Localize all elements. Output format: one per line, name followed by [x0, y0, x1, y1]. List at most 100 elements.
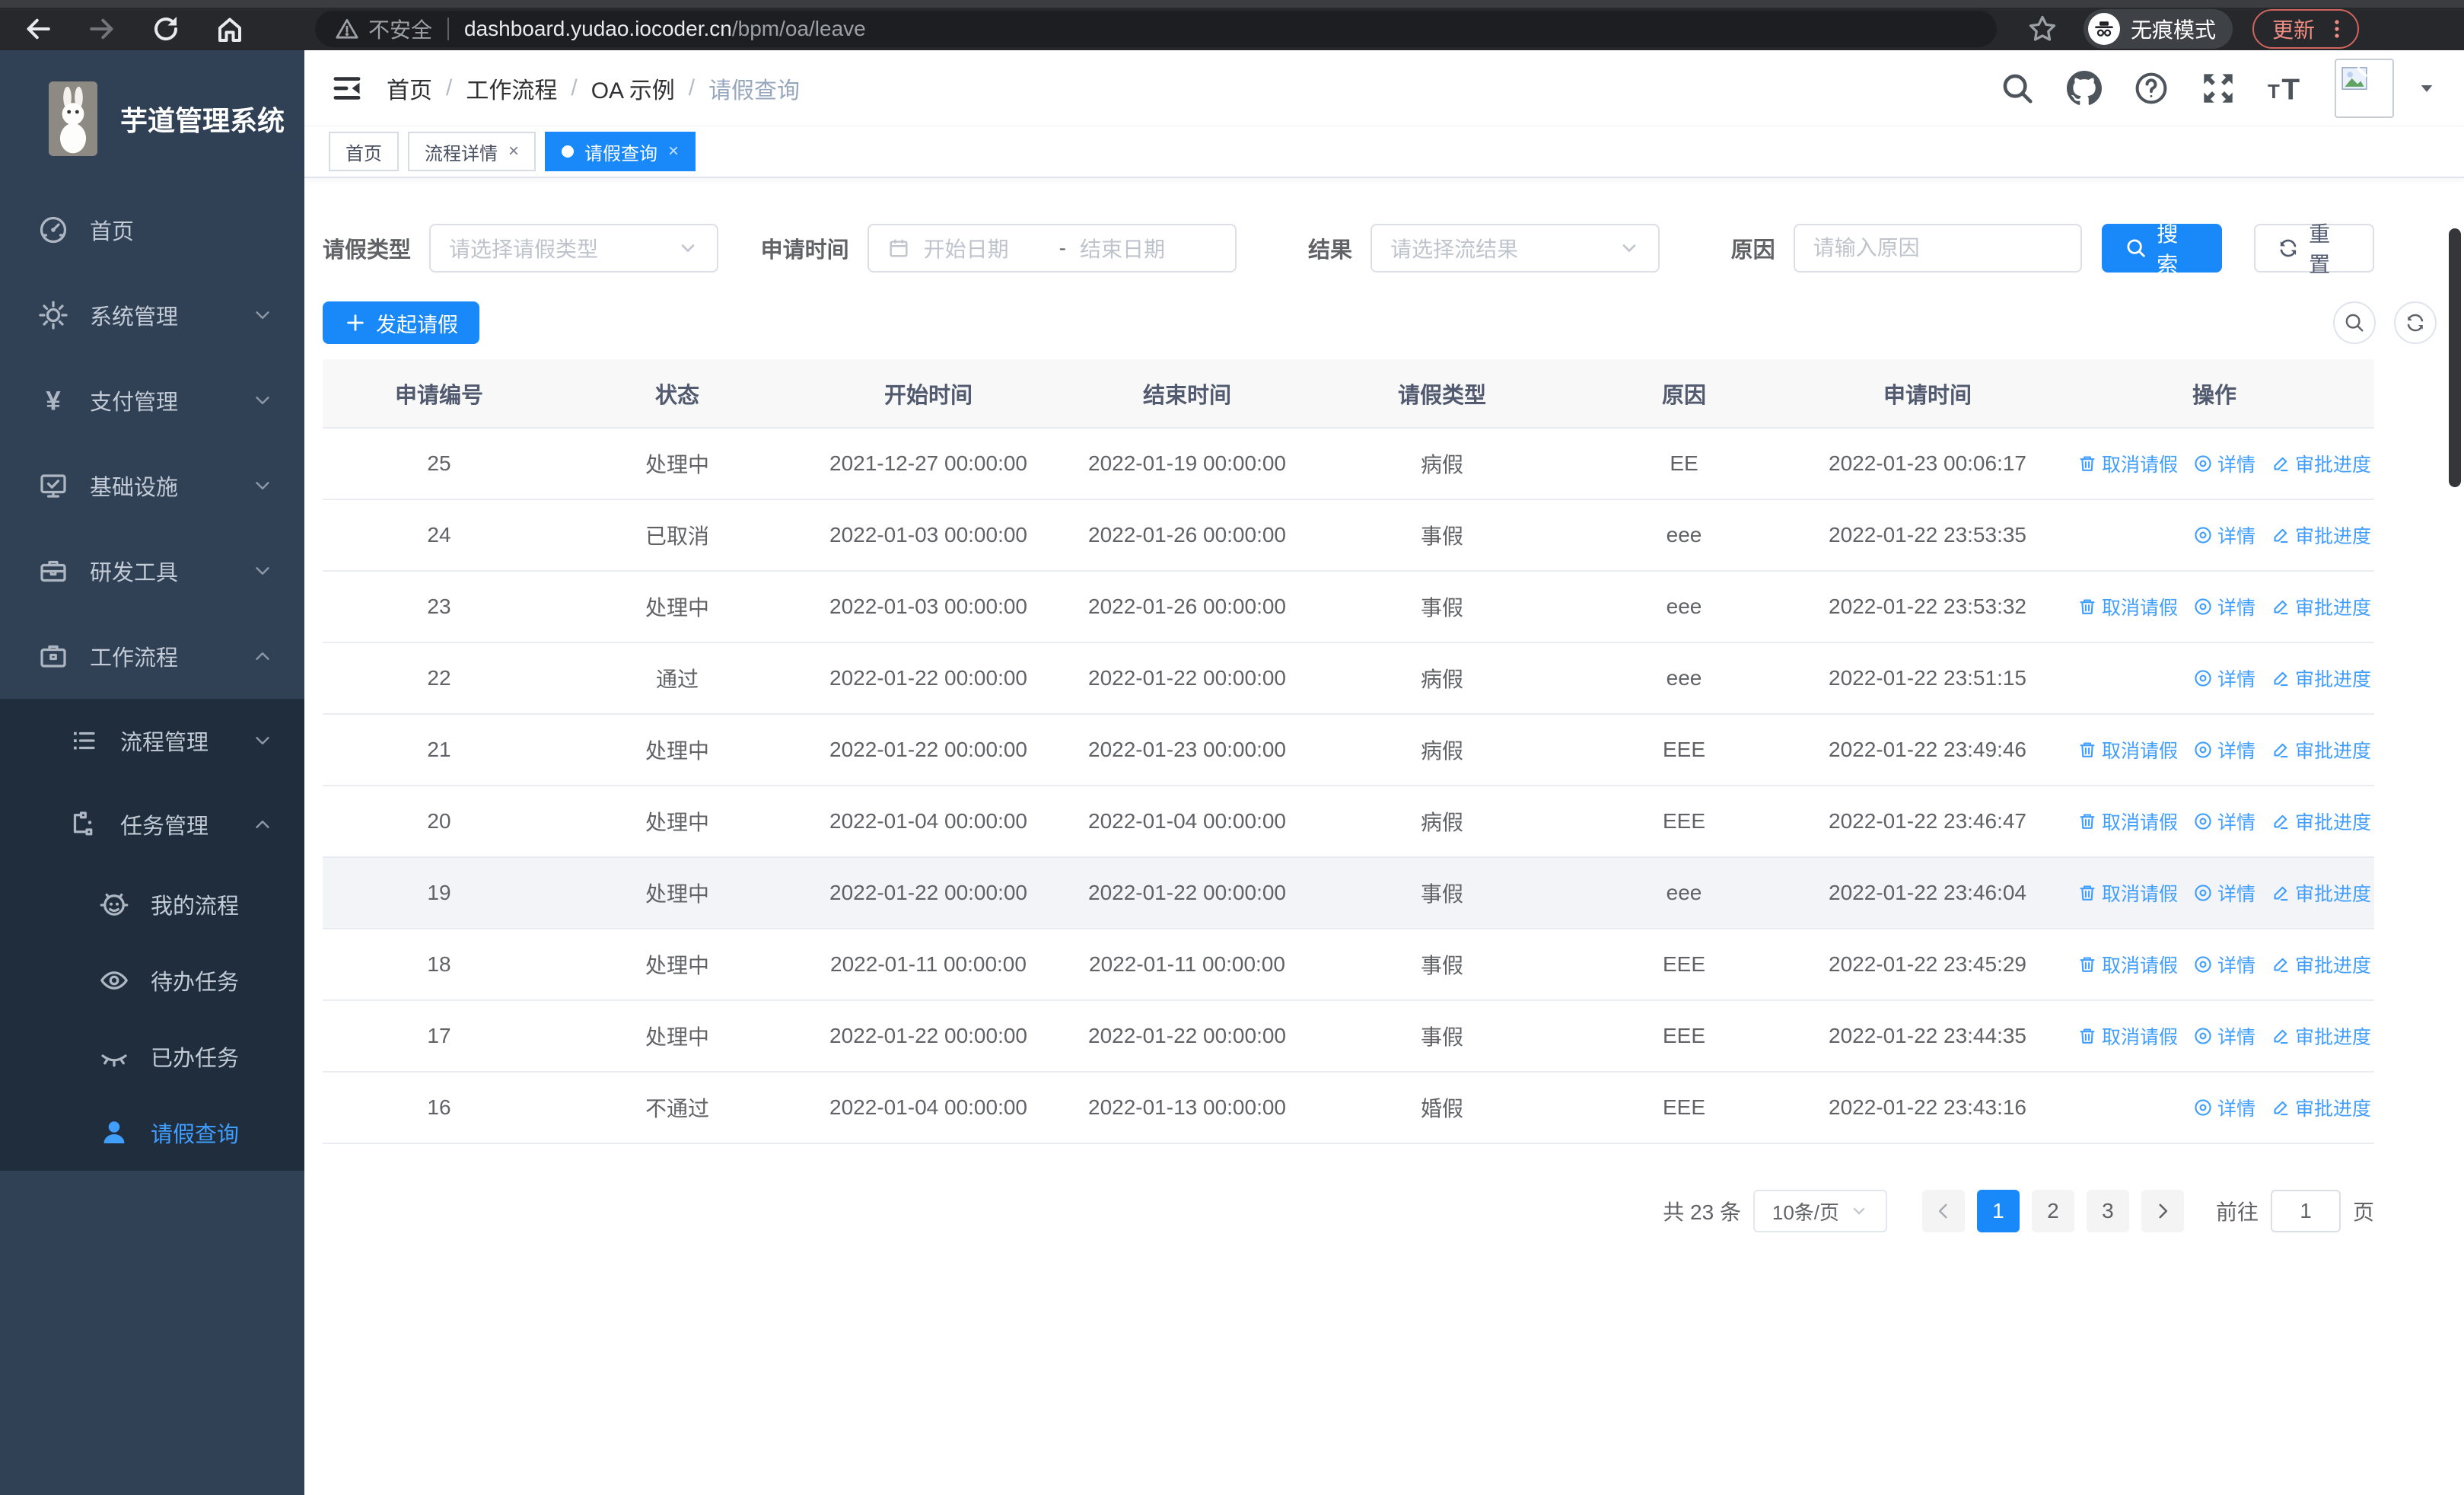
sidebar-collapse-icon[interactable]	[330, 72, 364, 105]
sidebar-item-eye[interactable]: 待办任务	[0, 942, 304, 1018]
action-progress-link[interactable]: 审批进度	[2271, 736, 2371, 763]
action-detail-link[interactable]: 详情	[2193, 879, 2255, 907]
action-cancel-link[interactable]: 取消请假	[2077, 808, 2178, 835]
reset-button[interactable]: 重置	[2254, 222, 2375, 276]
back-icon[interactable]	[23, 14, 53, 44]
toggle-search-button[interactable]	[2333, 301, 2376, 344]
page-size-select[interactable]: 10条/页	[1752, 1190, 1887, 1232]
forward-icon[interactable]	[87, 14, 117, 44]
bookmark-star-icon[interactable]	[2027, 14, 2058, 44]
search-icon[interactable]	[2000, 71, 2035, 106]
browser-menu-icon[interactable]	[2326, 18, 2348, 40]
home-icon[interactable]	[215, 14, 245, 44]
action-progress-link[interactable]: 审批进度	[2271, 665, 2371, 692]
sidebar-item-dashboard[interactable]: 首页	[0, 187, 304, 273]
page-button-1[interactable]: 1	[1976, 1190, 2020, 1232]
page-scrollbar[interactable]	[2449, 228, 2461, 487]
cell-end: 2022-01-26 00:00:00	[1058, 571, 1316, 643]
sidebar-item-robot[interactable]: 我的流程	[0, 866, 304, 942]
font-size-icon[interactable]: TT	[2268, 71, 2303, 106]
action-cancel-link[interactable]: 取消请假	[2077, 951, 2178, 978]
action-detail-link[interactable]: 详情	[2193, 951, 2255, 978]
action-cancel-link[interactable]: 取消请假	[2077, 593, 2178, 620]
breadcrumb-item[interactable]: OA 示例	[591, 72, 675, 105]
user-icon	[99, 1117, 129, 1148]
cell-reason: EEE	[1568, 929, 1800, 1001]
fullscreen-icon[interactable]	[2201, 71, 2236, 106]
next-page-button[interactable]	[2141, 1190, 2184, 1232]
apply-time-range-picker[interactable]: 开始日期 - 结束日期	[867, 224, 1237, 273]
action-detail-link[interactable]: 详情	[2193, 593, 2255, 620]
action-detail-link[interactable]: 详情	[2193, 736, 2255, 763]
cell-actions: 取消请假 详情 审批进度	[2055, 929, 2374, 1001]
action-progress-link[interactable]: 审批进度	[2271, 450, 2371, 477]
action-cancel-link[interactable]: 取消请假	[2077, 1022, 2178, 1050]
tab-请假查询[interactable]: 请假查询 ×	[545, 132, 696, 171]
cell-status: 通过	[556, 642, 799, 715]
edit-icon	[2271, 454, 2291, 473]
avatar-caret-icon[interactable]	[2417, 78, 2437, 98]
edit-icon	[2271, 525, 2291, 545]
tab-首页[interactable]: 首页	[329, 132, 399, 171]
app-logo[interactable]: 芋道管理系统	[0, 50, 304, 187]
page-button-3[interactable]: 3	[2086, 1190, 2129, 1232]
action-progress-link[interactable]: 审批进度	[2271, 951, 2371, 978]
table-row: 19 处理中 2022-01-22 00:00:00 2022-01-22 00:00…	[323, 857, 2374, 929]
cell-reason: EEE	[1568, 1000, 1800, 1073]
action-cancel-link[interactable]: 取消请假	[2077, 736, 2178, 763]
leave-type-select[interactable]: 请选择请假类型	[429, 224, 718, 273]
sidebar-item-list[interactable]: 流程管理	[0, 699, 304, 783]
breadcrumb-item[interactable]: 工作流程	[466, 72, 557, 105]
close-icon[interactable]: ×	[668, 142, 679, 161]
column-header: 状态	[556, 359, 799, 429]
action-progress-link[interactable]: 审批进度	[2271, 521, 2371, 549]
address-bar[interactable]: 不安全 dashboard.yudao.iocoder.cn/bpm/oa/le…	[315, 11, 1997, 47]
reload-icon[interactable]	[151, 14, 181, 44]
result-select[interactable]: 请选择流结果	[1370, 224, 1660, 273]
action-detail-link[interactable]: 详情	[2193, 665, 2255, 692]
action-detail-link[interactable]: 详情	[2193, 808, 2255, 835]
action-detail-link[interactable]: 详情	[2193, 1022, 2255, 1050]
view-icon	[2193, 525, 2213, 545]
update-button[interactable]: 更新	[2252, 9, 2360, 49]
sidebar-item-tree[interactable]: 任务管理	[0, 783, 304, 866]
warning-icon	[335, 17, 359, 41]
user-avatar[interactable]	[2335, 58, 2394, 118]
sidebar-item-eye-closed[interactable]: 已办任务	[0, 1018, 304, 1095]
sidebar-item-user[interactable]: 请假查询	[0, 1095, 304, 1171]
reason-input[interactable]	[1813, 236, 2063, 260]
sidebar-item-monitor[interactable]: 基础设施	[0, 443, 304, 528]
sidebar-item-gear[interactable]: 系统管理	[0, 273, 304, 358]
sidebar-item-briefcase[interactable]: 工作流程	[0, 614, 304, 699]
action-cancel-link[interactable]: 取消请假	[2077, 450, 2178, 477]
tab-流程详情[interactable]: 流程详情 ×	[408, 132, 536, 171]
sidebar-item-yen[interactable]: ¥ 支付管理	[0, 358, 304, 443]
action-progress-link[interactable]: 审批进度	[2271, 879, 2371, 907]
action-progress-link[interactable]: 审批进度	[2271, 1022, 2371, 1050]
close-icon[interactable]: ×	[508, 142, 519, 161]
page-button-2[interactable]: 2	[2031, 1190, 2074, 1232]
action-cancel-link[interactable]: 取消请假	[2077, 879, 2178, 907]
edit-icon	[2271, 668, 2291, 688]
refresh-table-button[interactable]	[2394, 301, 2437, 344]
help-icon[interactable]	[2134, 71, 2169, 106]
cell-actions: 取消请假 详情 审批进度	[2055, 1000, 2374, 1073]
search-button[interactable]: 搜索	[2102, 222, 2223, 276]
create-leave-button[interactable]: 发起请假	[323, 301, 479, 344]
reset-button-label: 重置	[2309, 222, 2331, 276]
goto-page-input[interactable]	[2270, 1190, 2341, 1232]
action-detail-link[interactable]: 详情	[2193, 1094, 2255, 1121]
breadcrumb-item[interactable]: 首页	[387, 72, 432, 105]
action-detail-link[interactable]: 详情	[2193, 521, 2255, 549]
action-detail-link[interactable]: 详情	[2193, 450, 2255, 477]
action-progress-link[interactable]: 审批进度	[2271, 593, 2371, 620]
reason-field-wrap	[1793, 224, 2083, 273]
action-progress-link[interactable]: 审批进度	[2271, 808, 2371, 835]
action-label: 取消请假	[2101, 598, 2178, 619]
prev-page-button[interactable]	[1921, 1190, 1965, 1232]
breadcrumb-item[interactable]: 请假查询	[708, 72, 800, 105]
sidebar-item-toolbox[interactable]: 研发工具	[0, 528, 304, 614]
tab-label: 流程详情	[425, 143, 498, 164]
github-icon[interactable]	[2067, 70, 2102, 106]
action-progress-link[interactable]: 审批进度	[2271, 1094, 2371, 1121]
